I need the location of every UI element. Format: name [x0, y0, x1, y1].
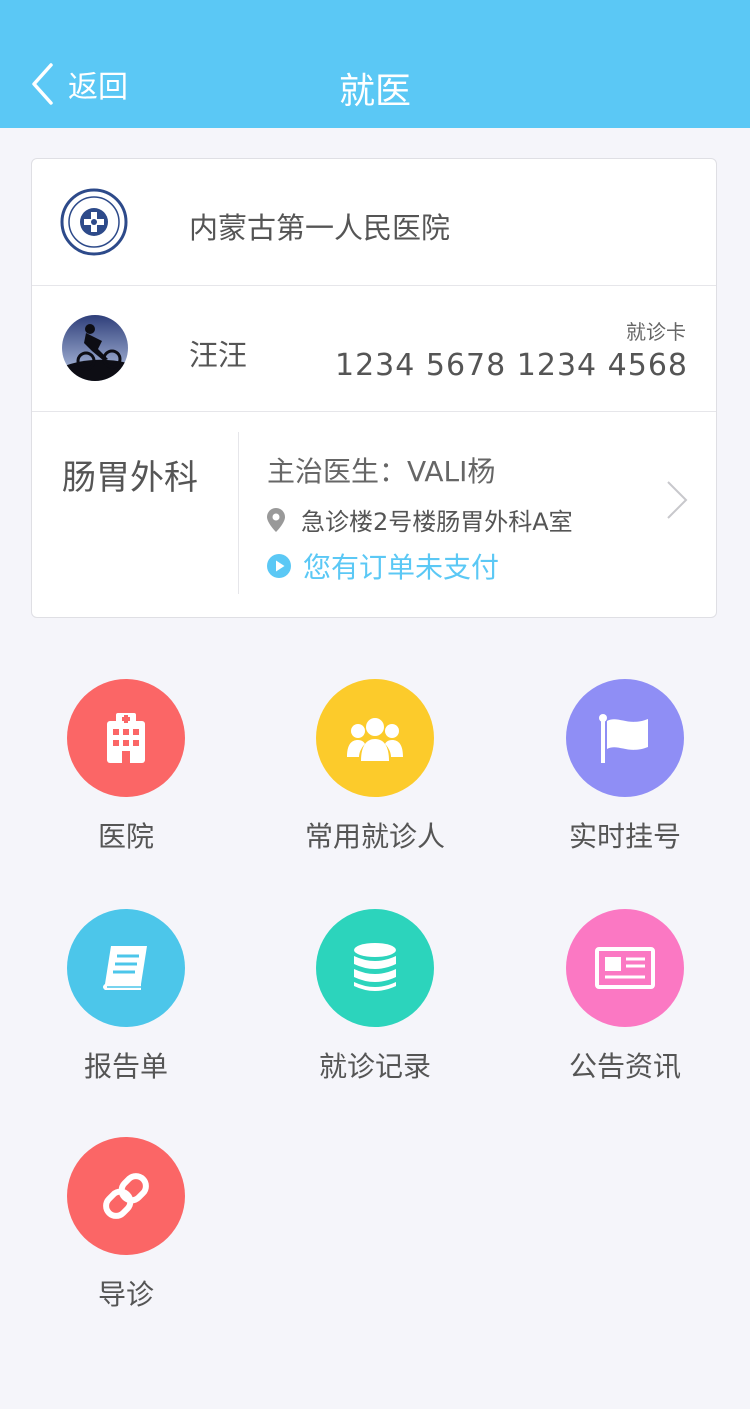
unpaid-order-link[interactable]: 您有订单未支付: [267, 546, 499, 586]
menu-label: 常用就诊人: [304, 820, 445, 853]
page-title: 就医: [338, 71, 411, 112]
menu-label: 就诊记录: [318, 1050, 431, 1083]
menu-item-reports[interactable]: 报告单: [16, 909, 236, 1085]
menu-icon-circle: [316, 679, 434, 797]
menu-item-live-registration[interactable]: 实时挂号: [515, 679, 735, 855]
menu-icon-circle: [67, 679, 185, 797]
chevron-right-icon: [667, 481, 688, 519]
menu-item-guidance[interactable]: 导诊: [16, 1137, 236, 1313]
location-line: 急诊楼2号楼肠胃外科A室: [267, 502, 573, 537]
medical-card-number: 1234 5678 1234 4568: [335, 348, 688, 383]
menu-item-frequent-patients[interactable]: 常用就诊人: [265, 679, 485, 855]
newspaper-icon: [595, 947, 655, 989]
menu-icon-circle: [67, 909, 185, 1027]
hospital-row: 内蒙古第一人民医院: [32, 159, 716, 286]
medical-card-label: 就诊卡: [626, 320, 686, 344]
menu-icon-circle: [566, 909, 684, 1027]
unpaid-order-text: 您有订单未支付: [303, 551, 500, 584]
department-row[interactable]: 肠胃外科 主治医生：VALI杨 急诊楼2号楼肠胃外科A室 您有订单未支付: [32, 412, 716, 619]
report-book-icon: [103, 946, 147, 990]
department-name: 肠胃外科: [62, 458, 198, 498]
menu-item-hospital[interactable]: 医院: [16, 679, 236, 855]
people-group-icon: [347, 718, 403, 761]
location-text: 急诊楼2号楼肠胃外科A室: [301, 508, 573, 536]
menu-label: 实时挂号: [568, 820, 681, 853]
play-circle-icon: [267, 554, 291, 578]
patient-row: 汪汪 就诊卡 1234 5678 1234 4568: [32, 286, 716, 412]
hospital-building-icon: [107, 713, 145, 763]
hospital-name: 内蒙古第一人民医院: [189, 211, 451, 245]
menu-icon-circle: [67, 1137, 185, 1255]
records-database-icon: [354, 943, 396, 991]
hospital-logo: [60, 188, 128, 256]
avatar: [62, 315, 128, 381]
menu-icon-circle: [316, 909, 434, 1027]
divider: [238, 432, 239, 594]
doctor-name: 主治医生：VALI杨: [267, 455, 496, 488]
location-pin-icon: [267, 507, 285, 532]
menu-label: 公告资讯: [568, 1050, 681, 1083]
nav-bar: 返回 就医: [0, 0, 750, 128]
menu-item-announcements[interactable]: 公告资讯: [515, 909, 735, 1085]
menu-label: 报告单: [83, 1050, 168, 1083]
visit-info-card: 内蒙古第一人民医院 汪汪 就诊卡 1234 5678 1234 4568 肠胃外…: [31, 158, 717, 618]
menu-label: 导诊: [97, 1278, 154, 1311]
menu-icon-circle: [566, 679, 684, 797]
link-chain-icon: [103, 1173, 149, 1219]
flag-icon: [599, 714, 648, 763]
patient-name: 汪汪: [189, 338, 248, 372]
menu-label: 医院: [97, 820, 154, 853]
menu-item-visit-records[interactable]: 就诊记录: [265, 909, 485, 1085]
